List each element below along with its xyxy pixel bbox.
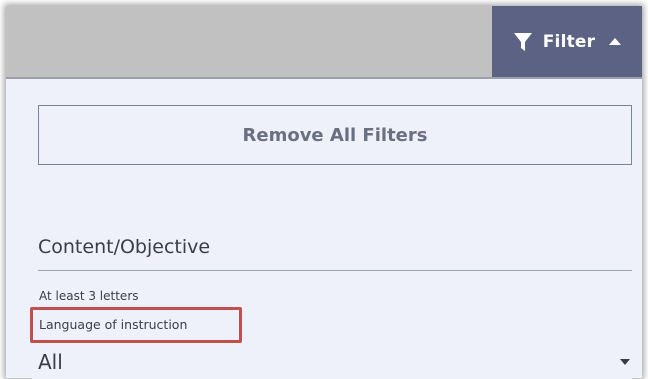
caret-up-icon bbox=[609, 38, 622, 45]
caret-down-icon bbox=[620, 359, 630, 365]
language-select-value: All bbox=[38, 350, 63, 374]
funnel-icon bbox=[513, 32, 532, 51]
remove-all-filters-button[interactable]: Remove All Filters bbox=[38, 105, 632, 165]
content-objective-helper: At least 3 letters bbox=[39, 289, 139, 303]
filter-label: Filter bbox=[542, 31, 596, 52]
filter-widget: Filter Remove All Filters At least 3 let… bbox=[6, 6, 642, 379]
language-of-instruction-label: Language of instruction bbox=[39, 317, 188, 332]
filter-toolbar: Filter bbox=[6, 6, 642, 79]
language-select[interactable]: All bbox=[38, 347, 632, 377]
filter-toggle-button[interactable]: Filter bbox=[492, 6, 642, 77]
content-objective-input[interactable] bbox=[38, 227, 632, 267]
filter-panel: Remove All Filters At least 3 letters La… bbox=[30, 79, 632, 379]
content-objective-field bbox=[38, 227, 632, 271]
